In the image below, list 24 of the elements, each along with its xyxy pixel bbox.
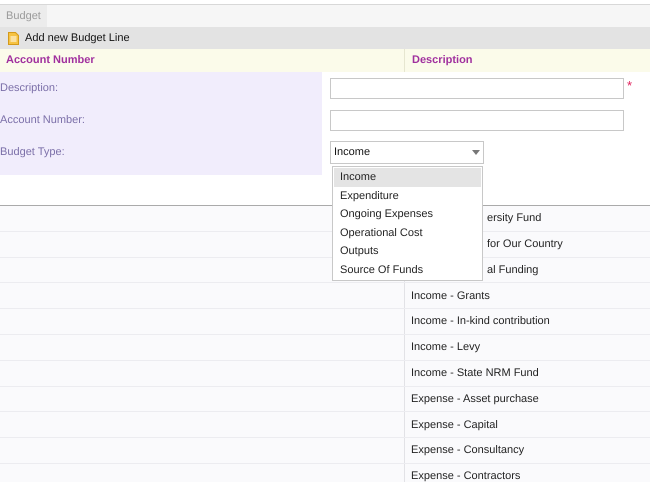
field-label: Account Number: (0, 113, 85, 127)
required-mark: * (627, 78, 632, 94)
input-field[interactable] (330, 110, 624, 131)
table-cell-text: ersity Fund (487, 211, 542, 226)
field-label: Budget Type: (0, 145, 65, 159)
caret-icon (472, 150, 480, 155)
table-cell-text: Expense - Asset purchase (411, 392, 539, 407)
field-label: Description: (0, 81, 58, 95)
budget-type-select[interactable]: Income (330, 141, 484, 164)
input-field[interactable] (330, 78, 624, 99)
table-cell-text: Income - Levy (411, 340, 480, 356)
table-cell-text: for Our Country (487, 236, 563, 252)
document-icon (8, 32, 19, 44)
table-cell-text: Expense - Capital (411, 418, 498, 433)
column-header: Account Number (6, 53, 95, 68)
table-cell-text: al Funding (487, 262, 538, 278)
dropdown-option[interactable]: Income (334, 168, 481, 186)
table-cell-text: Income - State NRM Fund (411, 366, 539, 381)
add-budget-line-button[interactable]: Add new Budget Line (8, 30, 130, 46)
table-cell-text: Expense - Consultancy (411, 443, 524, 458)
table-cell-text: Income - In-kind contribution (411, 314, 550, 330)
table-cell-text: Income - Grants (411, 288, 490, 304)
column-header: Description (412, 53, 473, 68)
table-cell-text: Expense - Contractors (411, 469, 520, 482)
